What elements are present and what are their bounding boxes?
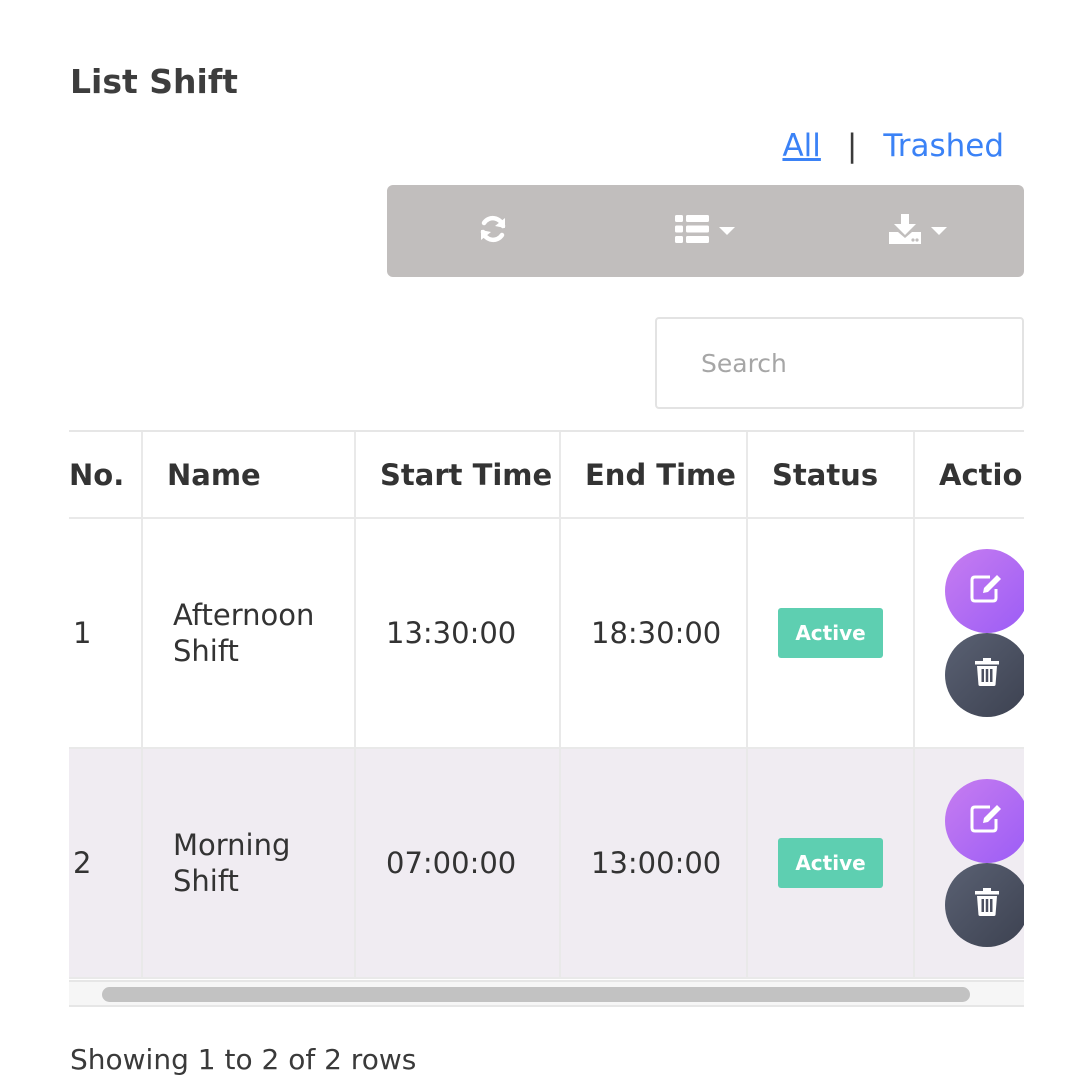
status-badge: Active [778, 608, 883, 658]
scrollbar-thumb[interactable] [102, 987, 970, 1002]
cell-status: Active [746, 518, 915, 749]
edit-button[interactable] [945, 549, 1024, 633]
filter-trashed-link[interactable]: Trashed [883, 128, 1004, 164]
shift-table: No. Name Start Time End Time Status Acti… [69, 432, 1024, 979]
column-header-start-time[interactable]: Start Time [354, 432, 561, 519]
status-badge: Active [778, 838, 883, 888]
edit-button[interactable] [945, 779, 1024, 863]
trash-icon [975, 657, 999, 693]
refresh-button[interactable] [387, 185, 599, 277]
cell-no: 2 [69, 748, 143, 979]
chevron-down-icon [719, 227, 736, 235]
export-button[interactable] [812, 185, 1024, 277]
name-line: Shift [173, 634, 239, 668]
horizontal-scrollbar[interactable] [69, 980, 1024, 1007]
filter-all-link[interactable]: All [782, 128, 820, 164]
cell-start-time: 07:00:00 [354, 748, 561, 979]
column-header-end-time[interactable]: End Time [559, 432, 748, 519]
filter-links: All | Trashed [782, 128, 1004, 164]
action-buttons [945, 549, 1024, 717]
edit-icon [970, 573, 1004, 610]
filter-separator: | [846, 128, 858, 164]
cell-end-time: 18:30:00 [559, 518, 748, 749]
column-header-no[interactable]: No. [69, 432, 143, 519]
name-line: Afternoon [173, 598, 315, 632]
column-header-name[interactable]: Name [141, 432, 356, 519]
table-toolbar [387, 185, 1024, 277]
page-title: List Shift [70, 62, 238, 101]
chevron-down-icon [930, 227, 947, 235]
cell-action [913, 748, 1024, 979]
cell-no: 1 [69, 518, 143, 749]
delete-button[interactable] [945, 863, 1024, 947]
shift-table-container: No. Name Start Time End Time Status Acti… [69, 430, 1024, 1008]
cell-name: Morning Shift [141, 748, 356, 979]
action-buttons [945, 779, 1024, 947]
export-icon [888, 214, 921, 248]
column-header-action: Actio [913, 432, 1024, 519]
table-header-row: No. Name Start Time End Time Status Acti… [69, 432, 1024, 519]
columns-button[interactable] [599, 185, 811, 277]
cell-end-time: 13:00:00 [559, 748, 748, 979]
name-line: Shift [173, 864, 239, 898]
pagination-info: Showing 1 to 2 of 2 rows [70, 1043, 417, 1076]
trash-icon [975, 887, 999, 923]
column-header-status[interactable]: Status [746, 432, 915, 519]
table-row: 2 Morning Shift 07:00:00 13:00:00 Active [69, 748, 1024, 979]
cell-status: Active [746, 748, 915, 979]
cell-start-time: 13:30:00 [354, 518, 561, 749]
columns-icon [675, 215, 710, 247]
search-input[interactable] [655, 317, 1024, 409]
delete-button[interactable] [945, 633, 1024, 717]
refresh-icon [477, 213, 509, 249]
cell-action [913, 518, 1024, 749]
table-row: 1 Afternoon Shift 13:30:00 18:30:00 Activ… [69, 518, 1024, 749]
edit-icon [970, 803, 1004, 840]
cell-name: Afternoon Shift [141, 518, 356, 749]
name-line: Morning [173, 828, 291, 862]
